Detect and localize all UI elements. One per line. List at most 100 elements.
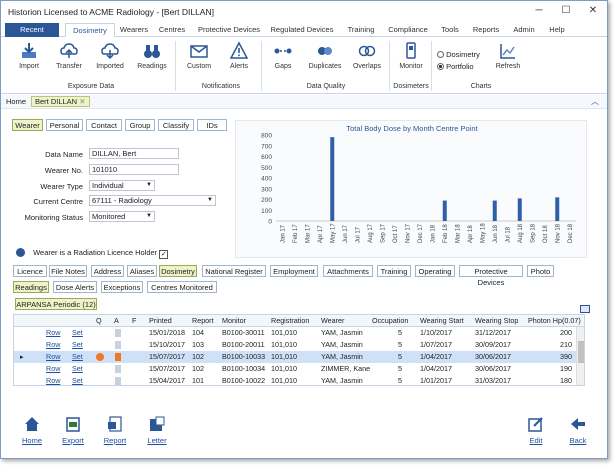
- reading-tab-centres-monitored[interactable]: Centres Monitored: [147, 281, 217, 293]
- col-header-registration[interactable]: Registration: [271, 315, 309, 327]
- subtab-ids[interactable]: IDs: [197, 119, 227, 131]
- tab-regulated-devices[interactable]: Regulated Devices: [268, 23, 336, 37]
- chart-bar[interactable]: [517, 198, 522, 221]
- detail-tab-licence[interactable]: Licence: [13, 265, 47, 277]
- chart-bar[interactable]: [442, 200, 447, 221]
- duplicates-button[interactable]: Duplicates: [303, 41, 347, 70]
- table-row[interactable]: ▸ Row Set 15/07/2017 102 B0100-10033 101,010 YA…: [14, 351, 584, 363]
- back-button[interactable]: Back: [563, 415, 593, 445]
- detail-tab-dosimetry[interactable]: Dosimetry: [159, 265, 197, 277]
- detail-tab-photo[interactable]: Photo: [527, 265, 554, 277]
- data-name-field[interactable]: DILLAN, Bert: [89, 148, 179, 159]
- comment-icon[interactable]: [580, 305, 590, 313]
- current-centre-select[interactable]: 67111 - Radiology ▼: [89, 195, 216, 206]
- col-header-q[interactable]: Q: [96, 315, 102, 327]
- reading-tab-dose-alerts[interactable]: Dose Alerts: [53, 281, 97, 293]
- tab-dosimetry[interactable]: Dosimetry: [65, 23, 115, 37]
- detail-tab-address[interactable]: Address: [91, 265, 124, 277]
- col-header-monitor[interactable]: Monitor: [222, 315, 246, 327]
- imported-button[interactable]: Imported: [91, 41, 129, 70]
- wearer-type-select[interactable]: Individual ▼: [89, 180, 155, 191]
- licence-holder-checkbox[interactable]: ✓: [159, 250, 169, 259]
- col-header-a[interactable]: A: [114, 315, 119, 327]
- reading-tab-readings[interactable]: Readings: [13, 281, 49, 293]
- cell-row[interactable]: Row: [46, 375, 60, 385]
- subtab-group[interactable]: Group: [125, 119, 155, 131]
- edit-button[interactable]: Edit: [521, 415, 551, 445]
- minimize-button[interactable]: ─: [529, 4, 549, 18]
- monitor-button[interactable]: Monitor: [393, 41, 429, 70]
- letter-button[interactable]: Letter: [142, 415, 172, 445]
- tab-centres[interactable]: Centres: [154, 23, 190, 37]
- tab-training[interactable]: Training: [342, 23, 380, 37]
- tab-help[interactable]: Help: [545, 23, 569, 37]
- col-header-photon[interactable]: Photon Hp(0.07): [528, 315, 581, 327]
- table-row[interactable]: Row Set 15/04/2017 101 B0100-10022 101,010 YAM…: [14, 375, 584, 385]
- col-header-wearing-stop[interactable]: Wearing Stop: [475, 315, 518, 327]
- subtab-classify[interactable]: Classify: [158, 119, 194, 131]
- reading-tab-exceptions[interactable]: Exceptions: [101, 281, 143, 293]
- breadcrumb-current[interactable]: Bert DILLAN ✕: [31, 96, 90, 107]
- tab-admin[interactable]: Admin: [509, 23, 539, 37]
- alerts-button[interactable]: Alerts: [221, 41, 257, 70]
- refresh-button[interactable]: Refresh: [489, 41, 527, 70]
- col-header-report[interactable]: Report: [192, 315, 214, 327]
- maximize-button[interactable]: ☐: [556, 4, 576, 18]
- chevron-up-icon[interactable]: ︿: [591, 96, 599, 107]
- col-header-wearer[interactable]: Wearer: [321, 315, 344, 327]
- cell-row[interactable]: Row: [46, 339, 60, 351]
- cell-row[interactable]: Row: [46, 363, 60, 375]
- overlaps-button[interactable]: Overlaps: [349, 41, 385, 70]
- dosimetry-radio[interactable]: Dosimetry: [437, 50, 480, 59]
- home-button[interactable]: Home: [17, 415, 47, 445]
- chart-bar[interactable]: [330, 137, 335, 221]
- detail-tab-file-notes[interactable]: File Notes: [49, 265, 87, 277]
- table-row[interactable]: Row Set 15/10/2017 103 B0100-20011 101,010 YAM…: [14, 339, 584, 351]
- tab-compliance[interactable]: Compliance: [384, 23, 432, 37]
- table-row[interactable]: Row Set 15/07/2017 102 B0100-10034 101,010 ZIM…: [14, 363, 584, 375]
- report-button[interactable]: Report: [100, 415, 130, 445]
- wearer-no-field[interactable]: 101010: [89, 164, 179, 175]
- chart-bar[interactable]: [555, 197, 560, 221]
- col-header-occupation[interactable]: Occupation: [372, 315, 408, 327]
- cell-set[interactable]: Set: [72, 327, 83, 339]
- subtab-contact[interactable]: Contact: [86, 119, 122, 131]
- table-row[interactable]: Row Set 15/01/2018 104 B0100-30011 101,010 YAM…: [14, 327, 584, 339]
- chart-bar[interactable]: [492, 200, 497, 221]
- col-header-wearing-start[interactable]: Wearing Start: [420, 315, 464, 327]
- detail-tab-employment[interactable]: Employment: [270, 265, 318, 277]
- detail-tab-aliases[interactable]: Aliases: [127, 265, 157, 277]
- subtab-personal[interactable]: Personal: [46, 119, 83, 131]
- portfolio-radio[interactable]: Portfolio: [437, 62, 474, 71]
- grid-scrollbar-thumb[interactable]: [578, 341, 584, 363]
- detail-tab-operating[interactable]: Operating: [415, 265, 455, 277]
- subtab-wearer[interactable]: Wearer: [12, 119, 43, 131]
- group-tab-arpansa[interactable]: ARPANSA Periodic (12): [15, 298, 97, 310]
- cell-row[interactable]: Row: [46, 351, 60, 363]
- tab-tools[interactable]: Tools: [437, 23, 463, 37]
- monitoring-status-select[interactable]: Monitored ▼: [89, 211, 155, 222]
- transfer-button[interactable]: Transfer: [51, 41, 87, 70]
- readings-button[interactable]: Readings: [134, 41, 170, 70]
- detail-tab-protective-devices[interactable]: Protective Devices: [459, 265, 523, 287]
- cell-set[interactable]: Set: [72, 375, 83, 385]
- col-header-f[interactable]: F: [132, 315, 136, 327]
- custom-button[interactable]: Custom: [181, 41, 217, 70]
- tab-protective-devices[interactable]: Protective Devices: [194, 23, 264, 37]
- detail-tab-training[interactable]: Training: [377, 265, 411, 277]
- gaps-button[interactable]: Gaps: [265, 41, 301, 70]
- import-button[interactable]: Import: [11, 41, 47, 70]
- tab-recent[interactable]: Recent: [5, 23, 59, 37]
- tab-reports[interactable]: Reports: [469, 23, 503, 37]
- cell-row[interactable]: Row: [46, 327, 60, 339]
- detail-tab-attachments[interactable]: Attachments: [323, 265, 373, 277]
- breadcrumb-home[interactable]: Home: [6, 97, 26, 106]
- cell-set[interactable]: Set: [72, 339, 83, 351]
- cell-set[interactable]: Set: [72, 363, 83, 375]
- close-icon[interactable]: ✕: [79, 97, 85, 106]
- tab-wearers[interactable]: Wearers: [117, 23, 151, 37]
- cell-set[interactable]: Set: [72, 351, 83, 363]
- detail-tab-national-register[interactable]: National Register: [202, 265, 266, 277]
- grid-scrollbar[interactable]: [576, 327, 584, 385]
- close-button[interactable]: ✕: [583, 4, 603, 18]
